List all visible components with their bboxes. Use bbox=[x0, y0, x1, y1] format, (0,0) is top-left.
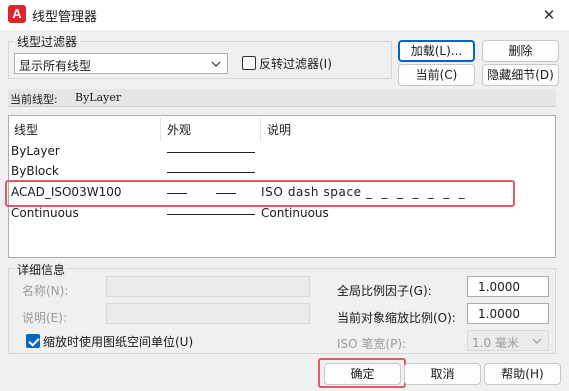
details-group-label: 详细信息 bbox=[14, 261, 69, 278]
current-linetype-label: 当前线型: bbox=[10, 93, 58, 106]
column-header-appearance[interactable]: 外观 bbox=[167, 121, 191, 138]
autocad-logo-icon: A bbox=[8, 5, 26, 23]
object-scale-input[interactable]: 1.0000 bbox=[467, 303, 549, 324]
name-label: 名称(N): bbox=[22, 284, 69, 298]
invert-filter-checkbox[interactable] bbox=[242, 56, 256, 70]
cancel-button[interactable]: 取消 bbox=[404, 363, 481, 385]
global-scale-value: 1.0000 bbox=[478, 280, 520, 294]
current-linetype-value: ByLayer bbox=[75, 91, 122, 104]
paper-space-units-checkbox[interactable] bbox=[26, 334, 40, 348]
object-scale-label: 当前对象缩放比例(O): bbox=[337, 311, 456, 325]
delete-button[interactable]: 删除 bbox=[482, 40, 559, 62]
chevron-down-icon bbox=[211, 61, 221, 67]
filter-select-value: 显示所有线型 bbox=[19, 59, 92, 73]
hide-details-button[interactable]: 隐藏细节(D) bbox=[482, 64, 559, 86]
linetype-description: Continuous bbox=[261, 206, 329, 220]
invert-filter-label: 反转过滤器(I) bbox=[259, 57, 332, 71]
global-scale-label: 全局比例因子(G): bbox=[337, 284, 432, 298]
linetype-preview bbox=[167, 152, 255, 153]
load-button[interactable]: 加载(L)... bbox=[398, 40, 475, 62]
column-header-linetype[interactable]: 线型 bbox=[14, 121, 38, 138]
column-divider bbox=[260, 118, 261, 142]
selected-row-highlight bbox=[5, 180, 515, 207]
paper-space-units-label: 缩放时使用图纸空间单位(U) bbox=[43, 335, 194, 349]
list-row[interactable]: ByBlock bbox=[9, 162, 555, 182]
description-field[interactable] bbox=[106, 303, 310, 324]
iso-pen-width-value: 1.0 毫米 bbox=[472, 336, 519, 350]
current-button[interactable]: 当前(C) bbox=[398, 64, 475, 86]
name-field[interactable] bbox=[106, 276, 310, 297]
ok-button[interactable]: 确定 bbox=[324, 363, 401, 385]
filter-select[interactable]: 显示所有线型 bbox=[14, 53, 228, 74]
column-divider bbox=[160, 118, 161, 142]
title-bar: A 线型管理器 ✕ bbox=[0, 0, 569, 30]
linetype-preview bbox=[167, 172, 255, 173]
linetype-name: ByLayer bbox=[11, 144, 60, 158]
iso-pen-width-select[interactable]: 1.0 毫米 bbox=[467, 330, 549, 351]
column-header-description[interactable]: 说明 bbox=[267, 121, 291, 138]
filter-group-label: 线型过滤器 bbox=[14, 33, 81, 50]
chevron-down-icon bbox=[532, 338, 542, 344]
close-icon[interactable]: ✕ bbox=[536, 4, 562, 26]
list-row[interactable]: ByLayer bbox=[9, 142, 555, 162]
linetype-name: ByBlock bbox=[11, 164, 59, 178]
help-button[interactable]: 帮助(H) bbox=[484, 363, 561, 385]
window-title: 线型管理器 bbox=[32, 10, 98, 25]
linetype-preview bbox=[167, 214, 255, 215]
iso-pen-width-label: ISO 笔宽(P): bbox=[337, 337, 407, 351]
linetype-name: Continuous bbox=[11, 206, 79, 220]
object-scale-value: 1.0000 bbox=[478, 307, 520, 321]
global-scale-input[interactable]: 1.0000 bbox=[467, 276, 549, 297]
list-row[interactable]: Continuous Continuous bbox=[9, 204, 555, 224]
description-label: 说明(E): bbox=[22, 311, 67, 325]
